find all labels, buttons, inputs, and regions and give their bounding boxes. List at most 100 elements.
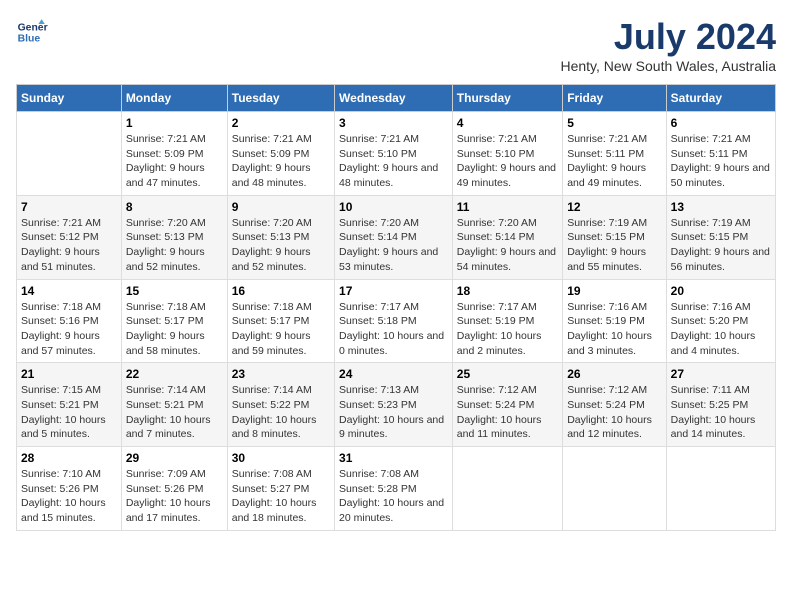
column-header-tuesday: Tuesday <box>227 85 334 112</box>
calendar-cell: 15 Sunrise: 7:18 AMSunset: 5:17 PMDayligh… <box>121 279 227 363</box>
calendar-cell: 27 Sunrise: 7:11 AMSunset: 5:25 PMDayligh… <box>666 363 775 447</box>
day-number: 26 <box>567 367 661 381</box>
day-detail: Sunrise: 7:17 AMSunset: 5:19 PMDaylight:… <box>457 300 558 359</box>
calendar-cell: 6 Sunrise: 7:21 AMSunset: 5:11 PMDaylight… <box>666 112 775 196</box>
calendar-cell: 16 Sunrise: 7:18 AMSunset: 5:17 PMDayligh… <box>227 279 334 363</box>
column-header-wednesday: Wednesday <box>335 85 453 112</box>
day-detail: Sunrise: 7:12 AMSunset: 5:24 PMDaylight:… <box>567 383 661 442</box>
calendar-cell: 24Sunrise: 7:13 AMSunset: 5:23 PMDayligh… <box>335 363 453 447</box>
day-number: 22 <box>126 367 223 381</box>
week-row-4: 21Sunrise: 7:15 AMSunset: 5:21 PMDayligh… <box>17 363 776 447</box>
day-number: 1 <box>126 116 223 130</box>
calendar-cell: 18 Sunrise: 7:17 AMSunset: 5:19 PMDayligh… <box>452 279 562 363</box>
day-detail: Sunrise: 7:14 AMSunset: 5:21 PMDaylight:… <box>126 383 223 442</box>
calendar-cell: 11 Sunrise: 7:20 AMSunset: 5:14 PMDayligh… <box>452 195 562 279</box>
page-subtitle: Henty, New South Wales, Australia <box>560 58 776 74</box>
day-number: 28 <box>21 451 117 465</box>
week-row-2: 7Sunrise: 7:21 AMSunset: 5:12 PMDaylight… <box>17 195 776 279</box>
calendar-cell: 7Sunrise: 7:21 AMSunset: 5:12 PMDaylight… <box>17 195 122 279</box>
day-detail: Sunrise: 7:18 AMSunset: 5:16 PMDaylight:… <box>21 300 117 359</box>
day-number: 27 <box>671 367 771 381</box>
day-number: 14 <box>21 284 117 298</box>
calendar-table: SundayMondayTuesdayWednesdayThursdayFrid… <box>16 84 776 531</box>
day-detail: Sunrise: 7:21 AMSunset: 5:12 PMDaylight:… <box>21 216 117 275</box>
calendar-cell: 3Sunrise: 7:21 AMSunset: 5:10 PMDaylight… <box>335 112 453 196</box>
column-header-sunday: Sunday <box>17 85 122 112</box>
calendar-cell: 19Sunrise: 7:16 AMSunset: 5:19 PMDayligh… <box>563 279 666 363</box>
day-detail: Sunrise: 7:18 AMSunset: 5:17 PMDaylight:… <box>126 300 223 359</box>
day-number: 2 <box>232 116 330 130</box>
calendar-cell: 17 Sunrise: 7:17 AMSunset: 5:18 PMDayligh… <box>335 279 453 363</box>
svg-text:General: General <box>18 22 48 33</box>
day-number: 5 <box>567 116 661 130</box>
day-number: 29 <box>126 451 223 465</box>
calendar-cell: 14 Sunrise: 7:18 AMSunset: 5:16 PMDayligh… <box>17 279 122 363</box>
calendar-cell: 31 Sunrise: 7:08 AMSunset: 5:28 PMDayligh… <box>335 447 453 531</box>
day-detail: Sunrise: 7:21 AMSunset: 5:09 PMDaylight:… <box>126 132 223 191</box>
svg-text:Blue: Blue <box>18 34 41 45</box>
day-number: 16 <box>232 284 330 298</box>
week-row-3: 14 Sunrise: 7:18 AMSunset: 5:16 PMDayligh… <box>17 279 776 363</box>
week-row-1: 1 Sunrise: 7:21 AMSunset: 5:09 PMDaylight… <box>17 112 776 196</box>
day-number: 31 <box>339 451 448 465</box>
logo-icon: General Blue <box>16 16 48 48</box>
calendar-cell: 8 Sunrise: 7:20 AMSunset: 5:13 PMDaylight… <box>121 195 227 279</box>
day-number: 4 <box>457 116 558 130</box>
page-header: General Blue July 2024 Henty, New South … <box>16 16 776 74</box>
day-number: 20 <box>671 284 771 298</box>
day-number: 11 <box>457 200 558 214</box>
calendar-cell <box>666 447 775 531</box>
day-number: 18 <box>457 284 558 298</box>
day-detail: Sunrise: 7:12 AMSunset: 5:24 PMDaylight:… <box>457 383 558 442</box>
day-number: 6 <box>671 116 771 130</box>
calendar-cell: 12 Sunrise: 7:19 AMSunset: 5:15 PMDayligh… <box>563 195 666 279</box>
calendar-cell: 5Sunrise: 7:21 AMSunset: 5:11 PMDaylight… <box>563 112 666 196</box>
calendar-cell: 21Sunrise: 7:15 AMSunset: 5:21 PMDayligh… <box>17 363 122 447</box>
day-number: 9 <box>232 200 330 214</box>
day-number: 10 <box>339 200 448 214</box>
day-detail: Sunrise: 7:18 AMSunset: 5:17 PMDaylight:… <box>232 300 330 359</box>
day-detail: Sunrise: 7:11 AMSunset: 5:25 PMDaylight:… <box>671 383 771 442</box>
calendar-cell: 25 Sunrise: 7:12 AMSunset: 5:24 PMDayligh… <box>452 363 562 447</box>
day-number: 30 <box>232 451 330 465</box>
calendar-cell <box>452 447 562 531</box>
day-detail: Sunrise: 7:16 AMSunset: 5:20 PMDaylight:… <box>671 300 771 359</box>
day-detail: Sunrise: 7:08 AMSunset: 5:27 PMDaylight:… <box>232 467 330 526</box>
week-row-5: 28 Sunrise: 7:10 AMSunset: 5:26 PMDayligh… <box>17 447 776 531</box>
day-detail: Sunrise: 7:08 AMSunset: 5:28 PMDaylight:… <box>339 467 448 526</box>
column-header-friday: Friday <box>563 85 666 112</box>
day-detail: Sunrise: 7:20 AMSunset: 5:13 PMDaylight:… <box>232 216 330 275</box>
calendar-cell: 23Sunrise: 7:14 AMSunset: 5:22 PMDayligh… <box>227 363 334 447</box>
day-detail: Sunrise: 7:10 AMSunset: 5:26 PMDaylight:… <box>21 467 117 526</box>
day-detail: Sunrise: 7:19 AMSunset: 5:15 PMDaylight:… <box>567 216 661 275</box>
day-detail: Sunrise: 7:09 AMSunset: 5:26 PMDaylight:… <box>126 467 223 526</box>
calendar-cell: 30 Sunrise: 7:08 AMSunset: 5:27 PMDayligh… <box>227 447 334 531</box>
calendar-cell <box>17 112 122 196</box>
day-number: 23 <box>232 367 330 381</box>
day-number: 8 <box>126 200 223 214</box>
day-detail: Sunrise: 7:20 AMSunset: 5:13 PMDaylight:… <box>126 216 223 275</box>
day-number: 25 <box>457 367 558 381</box>
calendar-cell <box>563 447 666 531</box>
day-number: 15 <box>126 284 223 298</box>
day-detail: Sunrise: 7:20 AMSunset: 5:14 PMDaylight:… <box>339 216 448 275</box>
day-detail: Sunrise: 7:20 AMSunset: 5:14 PMDaylight:… <box>457 216 558 275</box>
column-header-monday: Monday <box>121 85 227 112</box>
day-detail: Sunrise: 7:16 AMSunset: 5:19 PMDaylight:… <box>567 300 661 359</box>
calendar-cell: 26 Sunrise: 7:12 AMSunset: 5:24 PMDayligh… <box>563 363 666 447</box>
day-number: 17 <box>339 284 448 298</box>
day-number: 12 <box>567 200 661 214</box>
day-number: 13 <box>671 200 771 214</box>
calendar-cell: 13Sunrise: 7:19 AMSunset: 5:15 PMDayligh… <box>666 195 775 279</box>
calendar-cell: 10 Sunrise: 7:20 AMSunset: 5:14 PMDayligh… <box>335 195 453 279</box>
calendar-header-row: SundayMondayTuesdayWednesdayThursdayFrid… <box>17 85 776 112</box>
logo: General Blue <box>16 16 48 48</box>
column-header-thursday: Thursday <box>452 85 562 112</box>
day-number: 24 <box>339 367 448 381</box>
day-detail: Sunrise: 7:21 AMSunset: 5:11 PMDaylight:… <box>671 132 771 191</box>
day-detail: Sunrise: 7:17 AMSunset: 5:18 PMDaylight:… <box>339 300 448 359</box>
day-detail: Sunrise: 7:21 AMSunset: 5:10 PMDaylight:… <box>457 132 558 191</box>
calendar-cell: 29 Sunrise: 7:09 AMSunset: 5:26 PMDayligh… <box>121 447 227 531</box>
calendar-cell: 22 Sunrise: 7:14 AMSunset: 5:21 PMDayligh… <box>121 363 227 447</box>
title-block: July 2024 Henty, New South Wales, Austra… <box>560 16 776 74</box>
